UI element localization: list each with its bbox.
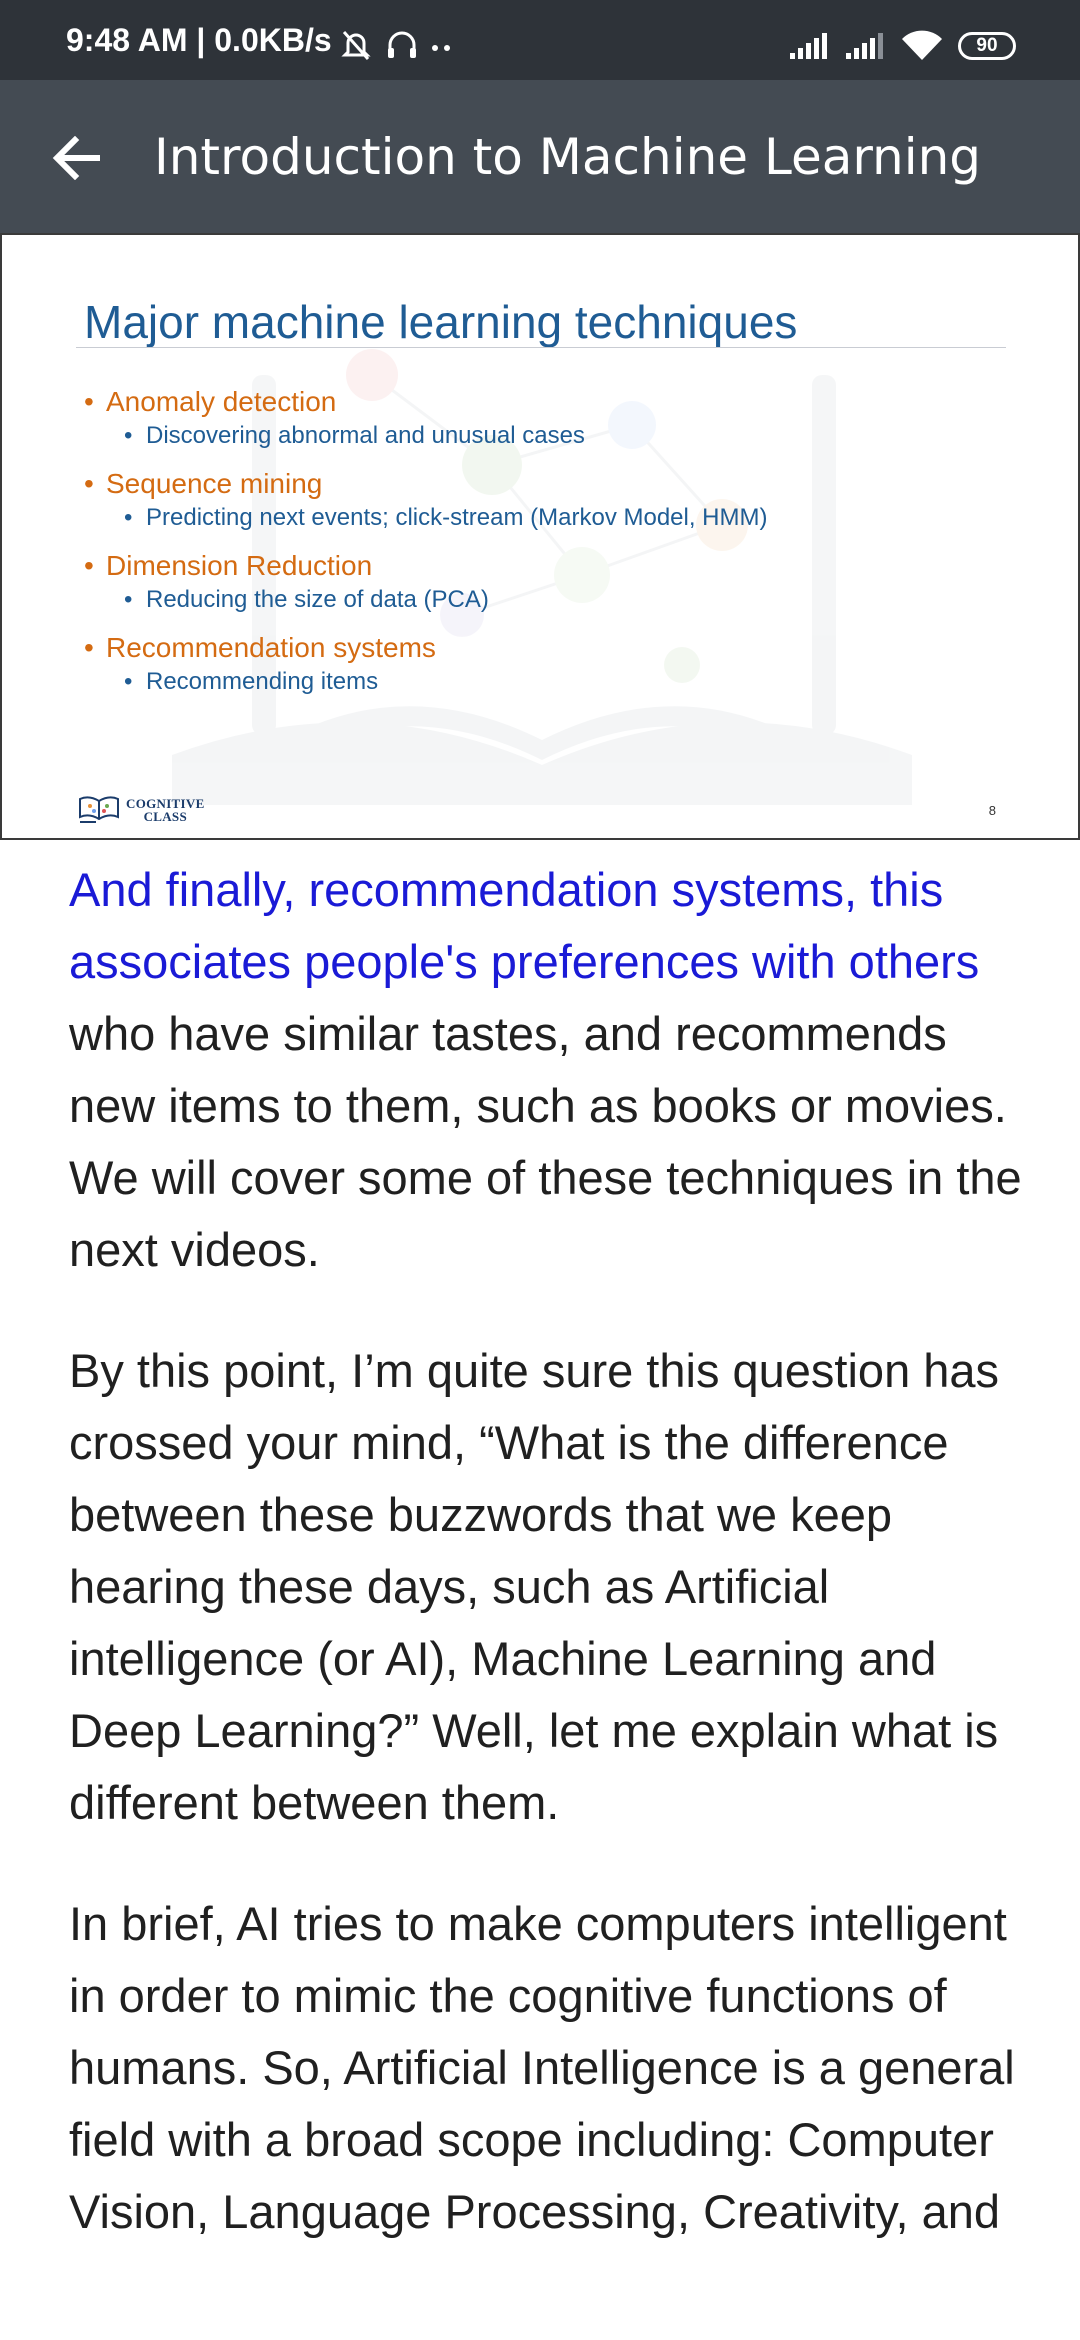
transcript-text: And finally, recommendation systems, thi… [69,854,1029,2297]
slide-item-sub: Discovering abnormal and unusual cases [146,422,585,449]
mute-icon [341,31,371,60]
slide-item-sub: Predicting next events; click-stream (Ma… [146,504,768,531]
slide-title: Major machine learning techniques [84,296,798,348]
logo-line-2: CLASS [143,809,187,824]
cognitive-class-logo-icon [79,796,119,823]
transcript-paragraph: By this point, I’m quite sure this quest… [69,1344,1000,1829]
battery-icon: 90 [958,32,1016,60]
slide-item: • Sequence mining • Predicting next events… [84,468,768,531]
slide-item-sub: Recommending items [146,668,379,695]
battery-level: 90 [976,35,998,56]
slide-item: • Anomaly detection • Discovering abnormal… [84,386,585,449]
cognitive-class-logo: COGNITIVE CLASS [78,795,205,825]
transcript-paragraph: In brief, AI tries to make computers int… [69,1897,1015,2238]
wifi-icon [902,30,942,60]
headset-icon [388,31,416,58]
arrow-left-icon [52,136,100,180]
slide-item-label: Recommendation systems [106,632,436,663]
transcript-text-run: who have similar tastes, and recommends … [69,1007,1022,1276]
signal-icon-2 [846,33,883,59]
app-bar: Introduction to Machine Learning [0,80,1080,233]
highlighted-transcript-text[interactable]: And finally, recommendation systems, thi… [69,863,979,988]
slide-divider [76,347,1006,348]
slide-item-sub: Reducing the size of data (PCA) [146,586,489,613]
slide-item-label: Sequence mining [106,468,323,499]
slide-item: • Dimension Reduction • Reducing the size … [84,550,489,613]
status-icons-left [338,28,454,62]
more-dots-icon [432,45,450,51]
slide-page-number: 8 [988,803,996,818]
slide-item-label: Dimension Reduction [106,550,373,581]
slide-item: • Recommendation systems • Recommending it… [84,632,436,695]
transcript-paragraph: And finally, recommendation systems, thi… [69,854,1029,1286]
status-time: 9:48 AM | 0.0KB/s [66,22,332,58]
slide-bullet-list: • Anomaly detection • Discovering abnormal… [82,385,768,713]
page-title: Introduction to Machine Learning [154,128,982,186]
lecture-slide: Major machine learning techniques • Anoma… [0,233,1080,840]
status-bar: 9:48 AM | 0.0KB/s 90 [0,0,1080,80]
slide-item-label: Anomaly detection [106,386,337,417]
status-icons-right: 90 [788,30,1016,62]
signal-icon [790,33,827,59]
back-button[interactable] [40,122,112,194]
